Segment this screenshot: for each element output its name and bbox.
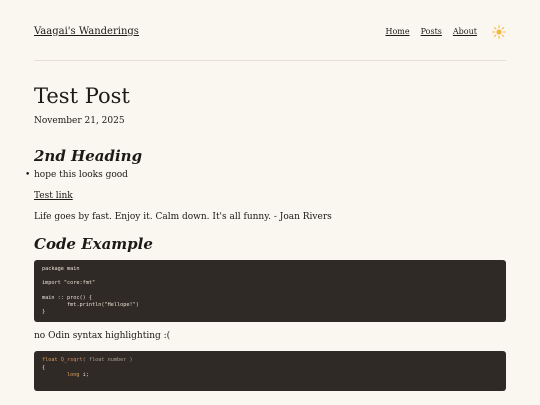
quote-paragraph: Life goes by fast. Enjoy it. Calm down. … (34, 212, 332, 222)
site-title-link[interactable]: Vaagai's Wanderings (34, 26, 139, 37)
second-heading: 2nd Heading (34, 147, 143, 165)
code-block-text: package main import "core:fmt" main :: p… (42, 266, 139, 316)
test-link[interactable]: Test link (34, 191, 73, 201)
post-date: November 21, 2025 (34, 116, 125, 126)
code-block: package main import "core:fmt" main :: p… (34, 260, 506, 323)
post-title: Test Post (34, 84, 130, 108)
nav-about[interactable]: About (453, 27, 477, 36)
nav-posts[interactable]: Posts (421, 27, 442, 36)
list-item: hope this looks good (25, 169, 506, 181)
main-nav: Home Posts About (385, 24, 506, 39)
sun-icon[interactable] (492, 24, 506, 39)
nav-home[interactable]: Home (385, 27, 409, 36)
site-header: Vaagai's Wanderings Home Posts About (34, 22, 506, 40)
code-example-heading: Code Example (34, 235, 153, 253)
header-divider (34, 60, 506, 61)
code-block-2-text: float Q_rsqrt( float number ) { long i; (42, 357, 133, 378)
post-content: Test Post November 21, 2025 2nd Heading … (25, 82, 506, 392)
code-block-2: float Q_rsqrt( float number ) { long i; (34, 351, 506, 392)
no-highlight-note: no Odin syntax highlighting :( (34, 331, 171, 342)
